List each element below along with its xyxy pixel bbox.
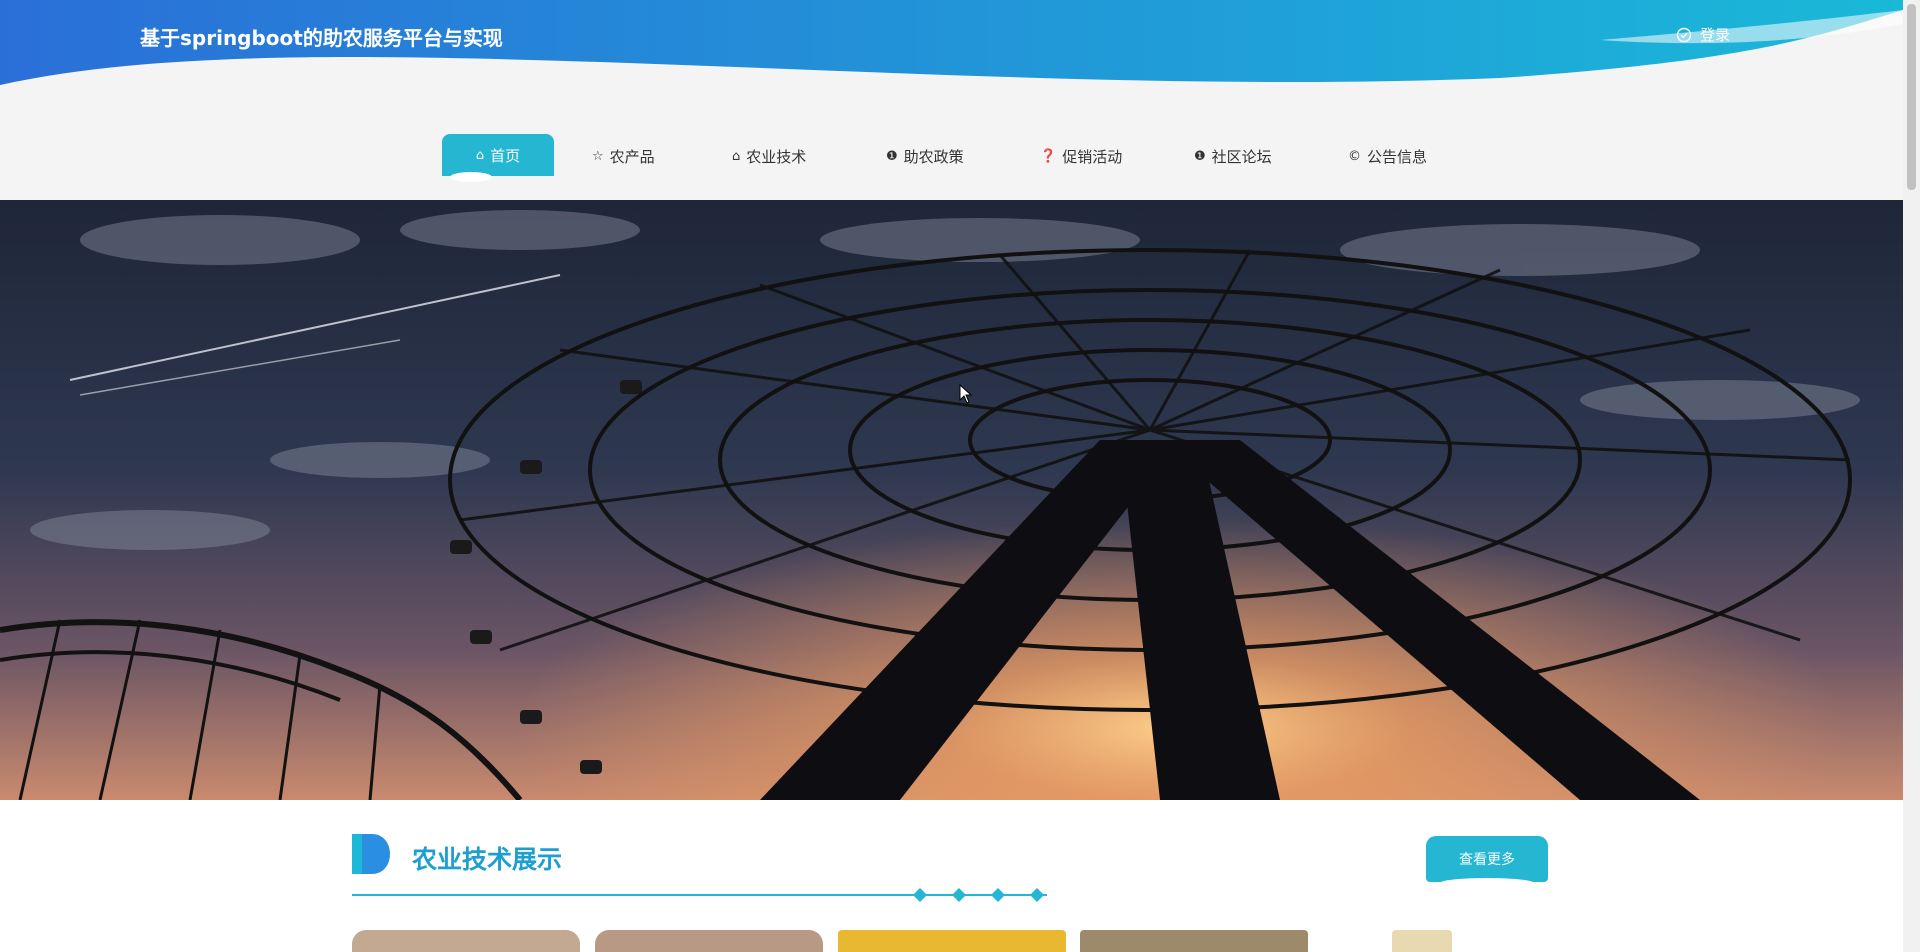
page-scrollbar[interactable] bbox=[1903, 0, 1920, 952]
copyright-icon: © bbox=[1348, 148, 1361, 164]
nav-item-techniques[interactable]: ⌂ 农业技术 bbox=[720, 136, 818, 176]
home-icon: ⌂ bbox=[732, 148, 741, 164]
star-icon: ☆ bbox=[592, 148, 604, 164]
nav-item-products[interactable]: ☆ 农产品 bbox=[580, 136, 667, 176]
hero-banner[interactable] bbox=[0, 200, 1903, 800]
nav-item-promotions[interactable]: ❓ 促销活动 bbox=[1028, 136, 1134, 176]
nav-item-policies[interactable]: ❶ 助农政策 bbox=[874, 136, 976, 176]
nav-item-label: 首页 bbox=[490, 146, 521, 165]
nav-item-label: 社区论坛 bbox=[1211, 147, 1272, 166]
main-nav: ⌂ 首页 ☆ 农产品 ⌂ 农业技术 ❶ 助农政策 ❓ 促销活动 ❶ 社区论坛 ©… bbox=[0, 132, 1903, 184]
technique-card-image[interactable] bbox=[838, 930, 1066, 952]
login-link[interactable]: 登录 bbox=[1676, 24, 1730, 45]
site-title: 基于springboot的助农服务平台与实现 bbox=[140, 26, 503, 50]
section-badge-icon bbox=[352, 834, 390, 874]
nav-item-home[interactable]: ⌂ 首页 bbox=[442, 134, 554, 182]
info-icon: ❶ bbox=[886, 148, 898, 164]
technique-cards bbox=[352, 930, 1492, 952]
section-divider bbox=[352, 888, 1047, 902]
nav-item-label: 农业技术 bbox=[746, 147, 807, 166]
question-icon: ❓ bbox=[1040, 148, 1057, 164]
nav-item-notices[interactable]: © 公告信息 bbox=[1336, 136, 1439, 176]
nav-item-label: 助农政策 bbox=[903, 147, 964, 166]
technique-card-image[interactable] bbox=[352, 930, 580, 952]
technique-card-image[interactable] bbox=[595, 930, 823, 952]
ferris-wheel-image bbox=[0, 200, 1903, 800]
nav-item-label: 农产品 bbox=[609, 147, 655, 166]
section-header: 农业技术展示 bbox=[352, 832, 1550, 902]
scrollbar-thumb[interactable] bbox=[1907, 4, 1916, 190]
section-title: 农业技术展示 bbox=[412, 845, 563, 874]
info-icon: ❶ bbox=[1194, 148, 1206, 164]
view-more-button[interactable]: 查看更多 bbox=[1426, 836, 1548, 888]
home-icon: ⌂ bbox=[475, 147, 485, 163]
nav-item-label: 公告信息 bbox=[1367, 147, 1428, 166]
nav-item-label: 促销活动 bbox=[1062, 147, 1123, 166]
mouse-cursor-icon bbox=[959, 384, 973, 404]
technique-card-image[interactable] bbox=[1392, 930, 1452, 952]
nav-item-forum[interactable]: ❶ 社区论坛 bbox=[1182, 136, 1284, 176]
technique-card-image[interactable] bbox=[1080, 930, 1308, 952]
check-circle-icon bbox=[1676, 27, 1692, 42]
login-label: 登录 bbox=[1700, 26, 1731, 44]
